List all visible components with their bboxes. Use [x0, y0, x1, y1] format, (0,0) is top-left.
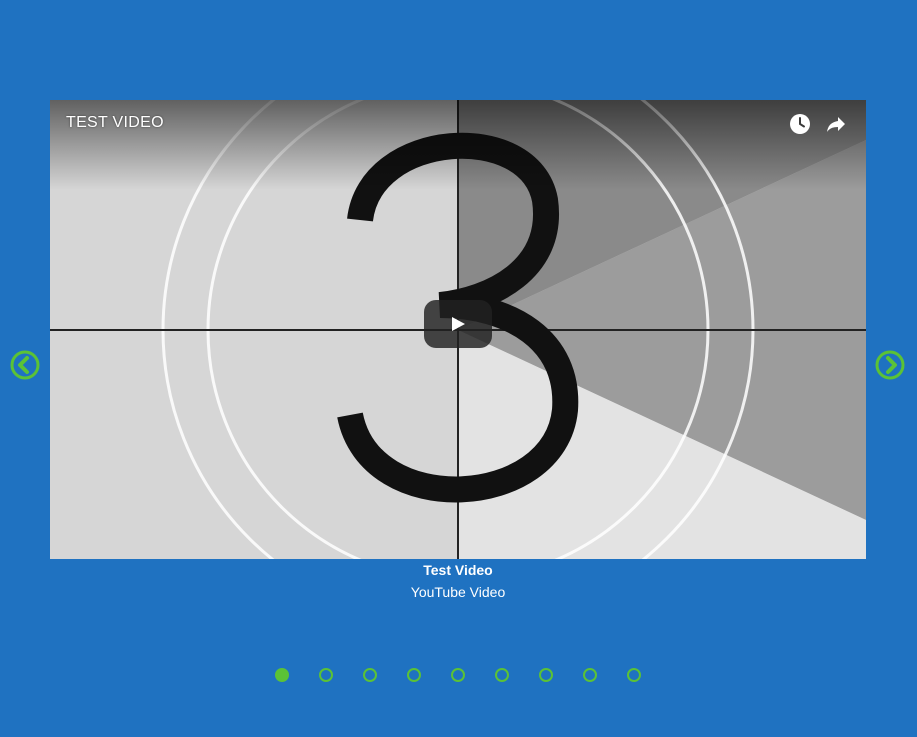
pagination-dot[interactable] [451, 668, 465, 682]
chevron-left-circle-icon[interactable] [10, 350, 40, 380]
pagination-dot[interactable] [319, 668, 333, 682]
play-button[interactable] [424, 300, 492, 348]
caption-title: Test Video [423, 562, 493, 578]
video-slider: TEST VIDEO Test Video YouTube Video [0, 0, 917, 737]
clock-icon[interactable] [788, 112, 812, 136]
pagination-dot[interactable] [407, 668, 421, 682]
play-icon [452, 317, 465, 331]
pagination-dot[interactable] [627, 668, 641, 682]
pagination-dot[interactable] [495, 668, 509, 682]
share-arrow-icon[interactable] [824, 112, 848, 136]
youtube-video-embed[interactable]: TEST VIDEO [50, 100, 866, 559]
pagination-dot[interactable] [539, 668, 553, 682]
chevron-right-circle-icon[interactable] [875, 350, 905, 380]
pagination-dot[interactable] [363, 668, 377, 682]
video-top-bar [50, 100, 866, 190]
slide-caption: Test Video YouTube Video [50, 562, 866, 600]
pagination-dot[interactable] [275, 668, 289, 682]
video-title[interactable]: TEST VIDEO [66, 114, 164, 132]
pagination-dots [275, 668, 641, 682]
pagination-dot[interactable] [583, 668, 597, 682]
caption-subtitle: YouTube Video [410, 584, 506, 600]
